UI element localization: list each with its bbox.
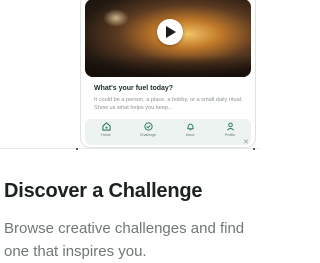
feature-title: Discover a Challenge bbox=[4, 180, 203, 202]
section-divider bbox=[0, 148, 259, 149]
prompt-title: What's your fuel today? bbox=[94, 85, 174, 92]
video-thumbnail[interactable] bbox=[85, 0, 251, 77]
close-icon[interactable]: ✕ bbox=[243, 139, 249, 146]
tab-profile[interactable]: Profile bbox=[213, 122, 247, 137]
play-button[interactable] bbox=[157, 19, 183, 45]
tab-challenge[interactable]: Challenge bbox=[131, 122, 165, 137]
tab-inbox-label: Inbox bbox=[185, 133, 195, 137]
corner-dot bbox=[253, 148, 255, 150]
tab-profile-label: Profile bbox=[224, 133, 236, 137]
bottom-tab-bar: Home Challenge Inbox Profile bbox=[85, 119, 251, 145]
tab-home-label: Home bbox=[101, 133, 111, 137]
bell-icon bbox=[186, 123, 194, 131]
home-icon bbox=[101, 122, 111, 131]
play-icon bbox=[166, 26, 176, 38]
tab-challenge-label: Challenge bbox=[139, 133, 157, 137]
app-preview-card: What's your fuel today? It could be a pe… bbox=[80, 0, 256, 148]
feature-description: Browse creative challenges and find one … bbox=[4, 220, 245, 260]
person-icon bbox=[226, 122, 234, 131]
prompt-description: It could be a person, a place, a hobby, … bbox=[94, 97, 243, 111]
tab-inbox[interactable]: Inbox bbox=[173, 122, 207, 137]
tab-home[interactable]: Home bbox=[89, 122, 123, 137]
corner-dot bbox=[76, 148, 78, 150]
check-circle-icon bbox=[143, 122, 153, 131]
